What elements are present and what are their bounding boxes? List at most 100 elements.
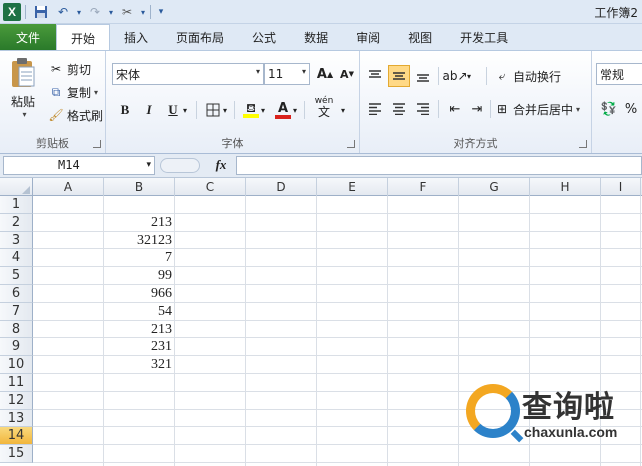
- font-launcher-icon[interactable]: [347, 140, 355, 148]
- align-top-icon[interactable]: [364, 65, 386, 87]
- row-header-11[interactable]: 11: [0, 374, 33, 392]
- row-header-2[interactable]: 2: [0, 213, 33, 232]
- decrease-indent-icon[interactable]: ⇤: [444, 98, 466, 120]
- font-name-combo[interactable]: 宋体 ▾: [112, 63, 264, 85]
- italic-button[interactable]: I: [138, 99, 160, 121]
- copy-button[interactable]: ⧉ 复制 ▾: [48, 82, 98, 102]
- cell-b5[interactable]: 99: [104, 267, 175, 285]
- column-header-i[interactable]: I: [601, 178, 641, 196]
- customize-qat-icon[interactable]: ▾: [156, 2, 166, 22]
- format-painter-button[interactable]: 🖌 格式刷: [48, 105, 103, 125]
- tab-home[interactable]: 开始: [56, 24, 111, 51]
- cell-b4[interactable]: 7: [104, 249, 175, 267]
- paste-dropdown-icon[interactable]: ▾: [22, 110, 26, 119]
- borders-dropdown-icon[interactable]: ▾: [220, 99, 230, 121]
- formula-bar-grip-icon[interactable]: [160, 158, 200, 173]
- undo-dropdown-icon[interactable]: ▾: [75, 2, 83, 22]
- column-header-c[interactable]: C: [175, 178, 246, 196]
- name-box-dropdown-icon[interactable]: ▾: [146, 157, 151, 174]
- row-header-1[interactable]: 1: [0, 196, 33, 214]
- formula-input[interactable]: [236, 156, 642, 175]
- underline-dropdown-icon[interactable]: ▾: [180, 99, 190, 121]
- row-header-9[interactable]: 9: [0, 338, 33, 357]
- shrink-font-button[interactable]: A ▼: [336, 63, 358, 85]
- wrap-text-button[interactable]: ⤶ 自动换行: [494, 66, 561, 86]
- currency-format-icon[interactable]: 💱: [598, 98, 620, 120]
- column-header-b[interactable]: B: [104, 178, 175, 196]
- redo-icon[interactable]: ↷: [85, 2, 105, 22]
- column-header-d[interactable]: D: [246, 178, 317, 196]
- tab-page-layout[interactable]: 页面布局: [162, 24, 238, 50]
- grow-font-icon: A: [316, 66, 327, 82]
- font-color-dropdown-icon[interactable]: ▾: [290, 99, 300, 121]
- cell-b7[interactable]: 54: [104, 303, 175, 321]
- row-header-4[interactable]: 4: [0, 249, 33, 268]
- tab-file[interactable]: 文件: [0, 24, 56, 50]
- align-right-icon[interactable]: [412, 98, 434, 120]
- number-format-combo[interactable]: 常规: [596, 63, 642, 85]
- phonetic-guide-icon[interactable]: wén 文: [310, 97, 338, 119]
- align-bottom-icon[interactable]: [412, 65, 434, 87]
- align-center-icon[interactable]: [388, 98, 410, 120]
- tab-insert[interactable]: 插入: [110, 24, 162, 50]
- align-left-icon[interactable]: [364, 98, 386, 120]
- font-size-dropdown-icon[interactable]: ▾: [302, 67, 306, 76]
- orientation-dropdown-icon[interactable]: ▾: [464, 65, 474, 87]
- tab-view[interactable]: 视图: [394, 24, 446, 50]
- row-header-7[interactable]: 7: [0, 302, 33, 321]
- row-header-14[interactable]: 14: [0, 427, 33, 446]
- excel-logo[interactable]: X: [2, 2, 22, 22]
- merge-center-button[interactable]: ⊞ 合并后居中 ▾: [494, 99, 580, 119]
- column-header-h[interactable]: H: [530, 178, 601, 196]
- row-header-3[interactable]: 3: [0, 231, 33, 250]
- save-icon[interactable]: [31, 2, 51, 22]
- column-header-f[interactable]: F: [388, 178, 459, 196]
- font-name-dropdown-icon[interactable]: ▾: [256, 67, 260, 76]
- tab-formulas[interactable]: 公式: [238, 24, 290, 50]
- bold-button[interactable]: B: [114, 99, 136, 121]
- row-header-13[interactable]: 13: [0, 409, 33, 428]
- row-header-15[interactable]: 15: [0, 445, 33, 463]
- name-box[interactable]: M14 ▾: [3, 156, 155, 175]
- percent-style-button[interactable]: %: [620, 98, 642, 120]
- row-header-8[interactable]: 8: [0, 320, 33, 339]
- cut-button[interactable]: ✂ 剪切: [48, 59, 91, 79]
- cell-b3[interactable]: 32123: [104, 232, 175, 250]
- row-header-5[interactable]: 5: [0, 267, 33, 285]
- qat-separator: [25, 5, 26, 19]
- tools-icon[interactable]: ✂: [117, 2, 137, 22]
- clipboard-launcher-icon[interactable]: [93, 140, 101, 148]
- undo-icon[interactable]: ↶: [53, 2, 73, 22]
- increase-indent-icon[interactable]: ⇥: [466, 98, 488, 120]
- column-header-g[interactable]: G: [459, 178, 530, 196]
- row-header-12[interactable]: 12: [0, 391, 33, 410]
- copy-dropdown-icon[interactable]: ▾: [94, 88, 98, 97]
- cell-b9[interactable]: 231: [104, 338, 175, 356]
- phonetic-dropdown-icon[interactable]: ▾: [338, 99, 348, 121]
- select-all-button[interactable]: [0, 178, 33, 196]
- paste-button[interactable]: 粘贴 ▾: [6, 57, 40, 119]
- cell-b8[interactable]: 213: [104, 321, 175, 339]
- grow-font-button[interactable]: A ▲: [314, 63, 336, 85]
- font-size-combo[interactable]: 11 ▾: [264, 63, 310, 85]
- fill-color-dropdown-icon[interactable]: ▾: [258, 99, 268, 121]
- align-middle-icon[interactable]: [388, 65, 410, 87]
- row-header-6[interactable]: 6: [0, 285, 33, 303]
- alignment-launcher-icon[interactable]: [579, 140, 587, 148]
- format-painter-label: 格式刷: [67, 108, 104, 123]
- tab-review[interactable]: 审阅: [342, 24, 394, 50]
- column-header-e[interactable]: E: [317, 178, 388, 196]
- cell-b2[interactable]: 213: [104, 214, 175, 232]
- redo-dropdown-icon[interactable]: ▾: [107, 2, 115, 22]
- row-header-10[interactable]: 10: [0, 356, 33, 374]
- column-header-a[interactable]: A: [33, 178, 104, 196]
- merge-dropdown-icon[interactable]: ▾: [576, 105, 580, 114]
- insert-function-icon[interactable]: fx: [208, 157, 234, 175]
- merge-center-label: 合并后居中: [513, 102, 574, 117]
- cell-b10[interactable]: 321: [104, 356, 175, 374]
- orientation-icon[interactable]: ab↗: [442, 65, 467, 87]
- tab-developer[interactable]: 开发工具: [446, 24, 522, 50]
- cell-b6[interactable]: 966: [104, 285, 175, 303]
- tools-dropdown-icon[interactable]: ▾: [139, 2, 147, 22]
- tab-data[interactable]: 数据: [290, 24, 342, 50]
